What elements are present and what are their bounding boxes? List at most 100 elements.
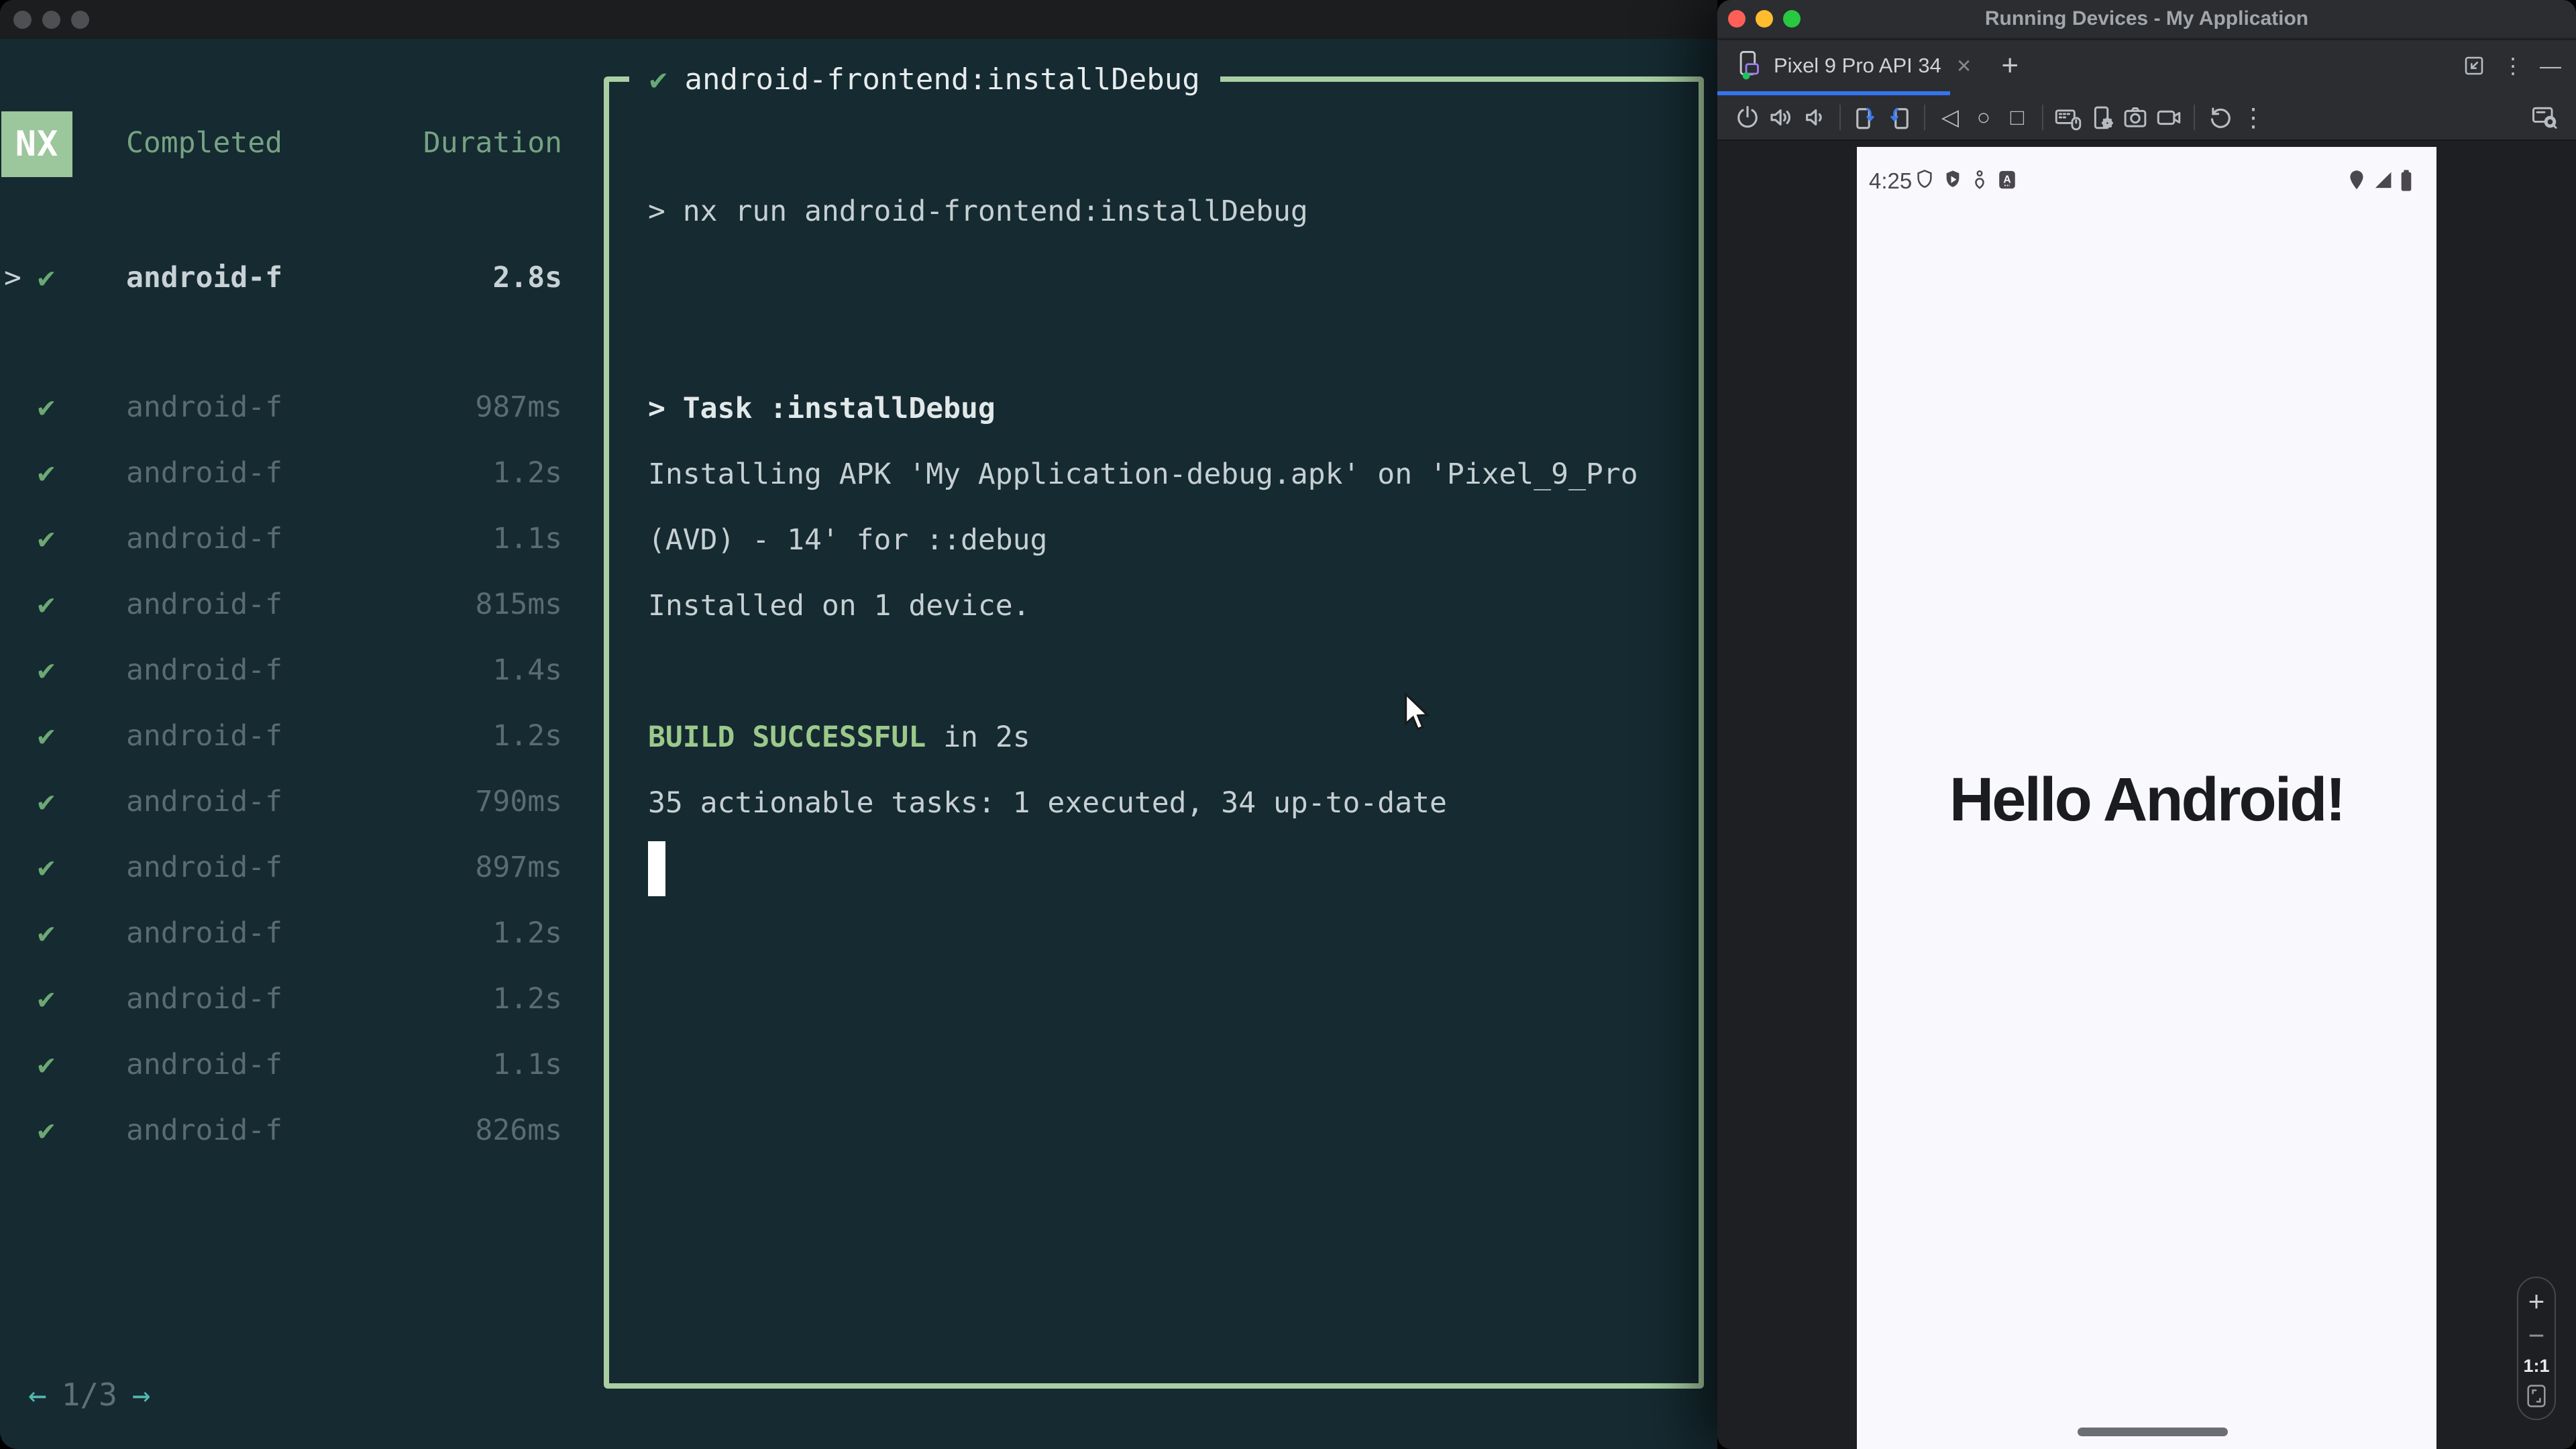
- task-duration: 987ms: [475, 390, 562, 424]
- task-list: ✔ android-f 987ms ✔ android-f 1.2s ✔ and…: [0, 374, 604, 1163]
- build-successful-text: BUILD SUCCESSFUL: [648, 720, 926, 754]
- task-row[interactable]: ✔ android-f 897ms: [0, 835, 604, 900]
- task-name: android-f: [126, 916, 282, 950]
- task-row[interactable]: ✔ android-f 987ms: [0, 374, 604, 440]
- chevron-right-icon: >: [4, 261, 21, 294]
- task-row[interactable]: ✔ android-f 1.2s: [0, 966, 604, 1032]
- task-row[interactable]: ✔ android-f 1.1s: [0, 506, 604, 572]
- task-duration: 1.2s: [492, 456, 562, 490]
- task-row[interactable]: ✔ android-f 826ms: [0, 1097, 604, 1163]
- signal-strength-icon: [2372, 169, 2394, 192]
- task-row[interactable]: ✔ android-f 815ms: [0, 572, 604, 637]
- android-back-icon[interactable]: ◁: [1935, 103, 1965, 132]
- window-dot-minimize[interactable]: [42, 10, 60, 29]
- play-protect-icon: [1943, 168, 1963, 191]
- tab-close-icon[interactable]: ✕: [1956, 55, 1972, 77]
- terminal-titlebar[interactable]: [0, 0, 1717, 39]
- toolbar-separator: [2194, 105, 2195, 130]
- log-install-line-3: Installed on 1 device.: [648, 589, 1030, 623]
- android-overview-icon[interactable]: □: [2002, 103, 2032, 132]
- zoom-in-button[interactable]: +: [2528, 1287, 2545, 1316]
- device-settings-icon[interactable]: [2087, 103, 2116, 132]
- task-duration: 1.2s: [492, 916, 562, 950]
- task-name: android-f: [126, 261, 282, 294]
- volume-up-icon[interactable]: [1766, 103, 1796, 132]
- reset-device-icon[interactable]: [2205, 103, 2235, 132]
- next-page-arrow[interactable]: →: [132, 1377, 151, 1413]
- gesture-navigation-bar[interactable]: [2078, 1428, 2228, 1436]
- build-time-text: in 2s: [943, 720, 1030, 754]
- rotate-left-icon[interactable]: [1884, 103, 1914, 132]
- check-icon: ✔: [38, 1114, 55, 1147]
- android-studio-window: Running Devices - My Application Pixel 9…: [1717, 0, 2576, 1449]
- task-row[interactable]: ✔ android-f 1.1s: [0, 1032, 604, 1097]
- check-icon: ✔: [38, 719, 55, 753]
- task-name: android-f: [126, 982, 282, 1016]
- toolbar-separator: [1924, 105, 1925, 130]
- check-icon: ✔: [38, 522, 55, 555]
- log-blank-line: [648, 244, 1695, 310]
- task-duration: 1.2s: [492, 982, 562, 1016]
- task-name: android-f: [126, 1048, 282, 1081]
- log-build-result-line: BUILD SUCCESSFUL in 2s: [648, 704, 1695, 770]
- task-row[interactable]: ✔ android-f 1.2s: [0, 703, 604, 769]
- terminal-window: NX Completed Duration > ✔ android-f 2.8s…: [0, 0, 1717, 1449]
- task-name: android-f: [126, 785, 282, 818]
- duration-column-header: Duration: [423, 126, 562, 160]
- check-icon: ✔: [38, 1048, 55, 1081]
- device-tabbar: Pixel 9 Pro API 34 ✕ + ⋮ —: [1717, 40, 2576, 95]
- hardware-input-icon[interactable]: [2053, 103, 2083, 132]
- check-icon: ✔: [38, 653, 55, 687]
- task-row-selected[interactable]: > ✔ android-f 2.8s: [0, 245, 604, 311]
- panel-options-icon[interactable]: ⋮: [2502, 53, 2524, 78]
- task-name: android-f: [126, 653, 282, 687]
- task-name: android-f: [126, 456, 282, 490]
- svg-text:A: A: [2003, 174, 2010, 186]
- window-title: Running Devices - My Application: [1984, 7, 2309, 30]
- window-dot-close[interactable]: [13, 10, 32, 29]
- task-row[interactable]: ✔ android-f 1.2s: [0, 440, 604, 506]
- wellbeing-icon: [1971, 168, 1988, 191]
- task-duration: 2.8s: [492, 261, 562, 294]
- prev-page-arrow[interactable]: ←: [28, 1377, 47, 1413]
- screen-record-icon[interactable]: [2154, 103, 2184, 132]
- task-output-title-text: android-frontend:installDebug: [684, 62, 1200, 97]
- app-greeting-text: Hello Android!: [1949, 765, 2346, 834]
- window-dot-zoom[interactable]: [71, 10, 89, 29]
- ui-check-inspector-icon[interactable]: [2530, 103, 2559, 132]
- task-output-log: > nx run android-frontend:installDebug >…: [648, 178, 1695, 902]
- task-output-title: ✔ android-frontend:installDebug: [629, 59, 1220, 99]
- task-row[interactable]: ✔ android-f 1.4s: [0, 637, 604, 703]
- check-icon: ✔: [38, 851, 55, 884]
- screenshot-camera-icon[interactable]: [2121, 103, 2150, 132]
- log-install-line-2: (AVD) - 14' for ::debug: [648, 523, 1048, 557]
- task-name: android-f: [126, 719, 282, 753]
- terminal-cursor: [648, 841, 665, 896]
- fit-to-window-icon[interactable]: [2525, 1383, 2548, 1409]
- actual-size-button[interactable]: 1:1: [2523, 1356, 2549, 1377]
- power-button-icon[interactable]: [1733, 103, 1762, 132]
- volume-down-icon[interactable]: [1800, 103, 1829, 132]
- tab-pixel-9-pro[interactable]: Pixel 9 Pro API 34 ✕ +: [1736, 40, 2019, 91]
- emulator-screen[interactable]: 4:25 A Hello Android!: [1857, 147, 2436, 1449]
- task-row[interactable]: ✔ android-f 790ms: [0, 769, 604, 835]
- rotate-right-icon[interactable]: [1851, 103, 1880, 132]
- new-tab-icon[interactable]: +: [2001, 49, 2019, 83]
- task-name: android-f: [126, 1114, 282, 1147]
- completed-column-header: Completed: [126, 126, 282, 160]
- battery-icon: [2399, 168, 2414, 193]
- android-home-icon[interactable]: ○: [1969, 103, 1998, 132]
- task-list-header: Completed Duration: [0, 110, 604, 176]
- hide-panel-icon[interactable]: —: [2540, 54, 2561, 78]
- check-icon: ✔: [38, 588, 55, 621]
- log-command-line: > nx run android-frontend:installDebug: [648, 195, 1308, 228]
- float-window-icon[interactable]: [2462, 54, 2486, 78]
- task-row[interactable]: ✔ android-f 1.2s: [0, 900, 604, 966]
- emulator-status-bar: 4:25 A: [1857, 167, 2436, 198]
- zoom-out-button[interactable]: −: [2528, 1322, 2545, 1350]
- check-icon: ✔: [649, 62, 667, 97]
- check-icon: ✔: [38, 261, 55, 294]
- studio-titlebar[interactable]: Running Devices - My Application: [1717, 0, 2576, 39]
- toolbar-more-options-icon[interactable]: ⋮: [2239, 103, 2268, 132]
- task-name: android-f: [126, 390, 282, 424]
